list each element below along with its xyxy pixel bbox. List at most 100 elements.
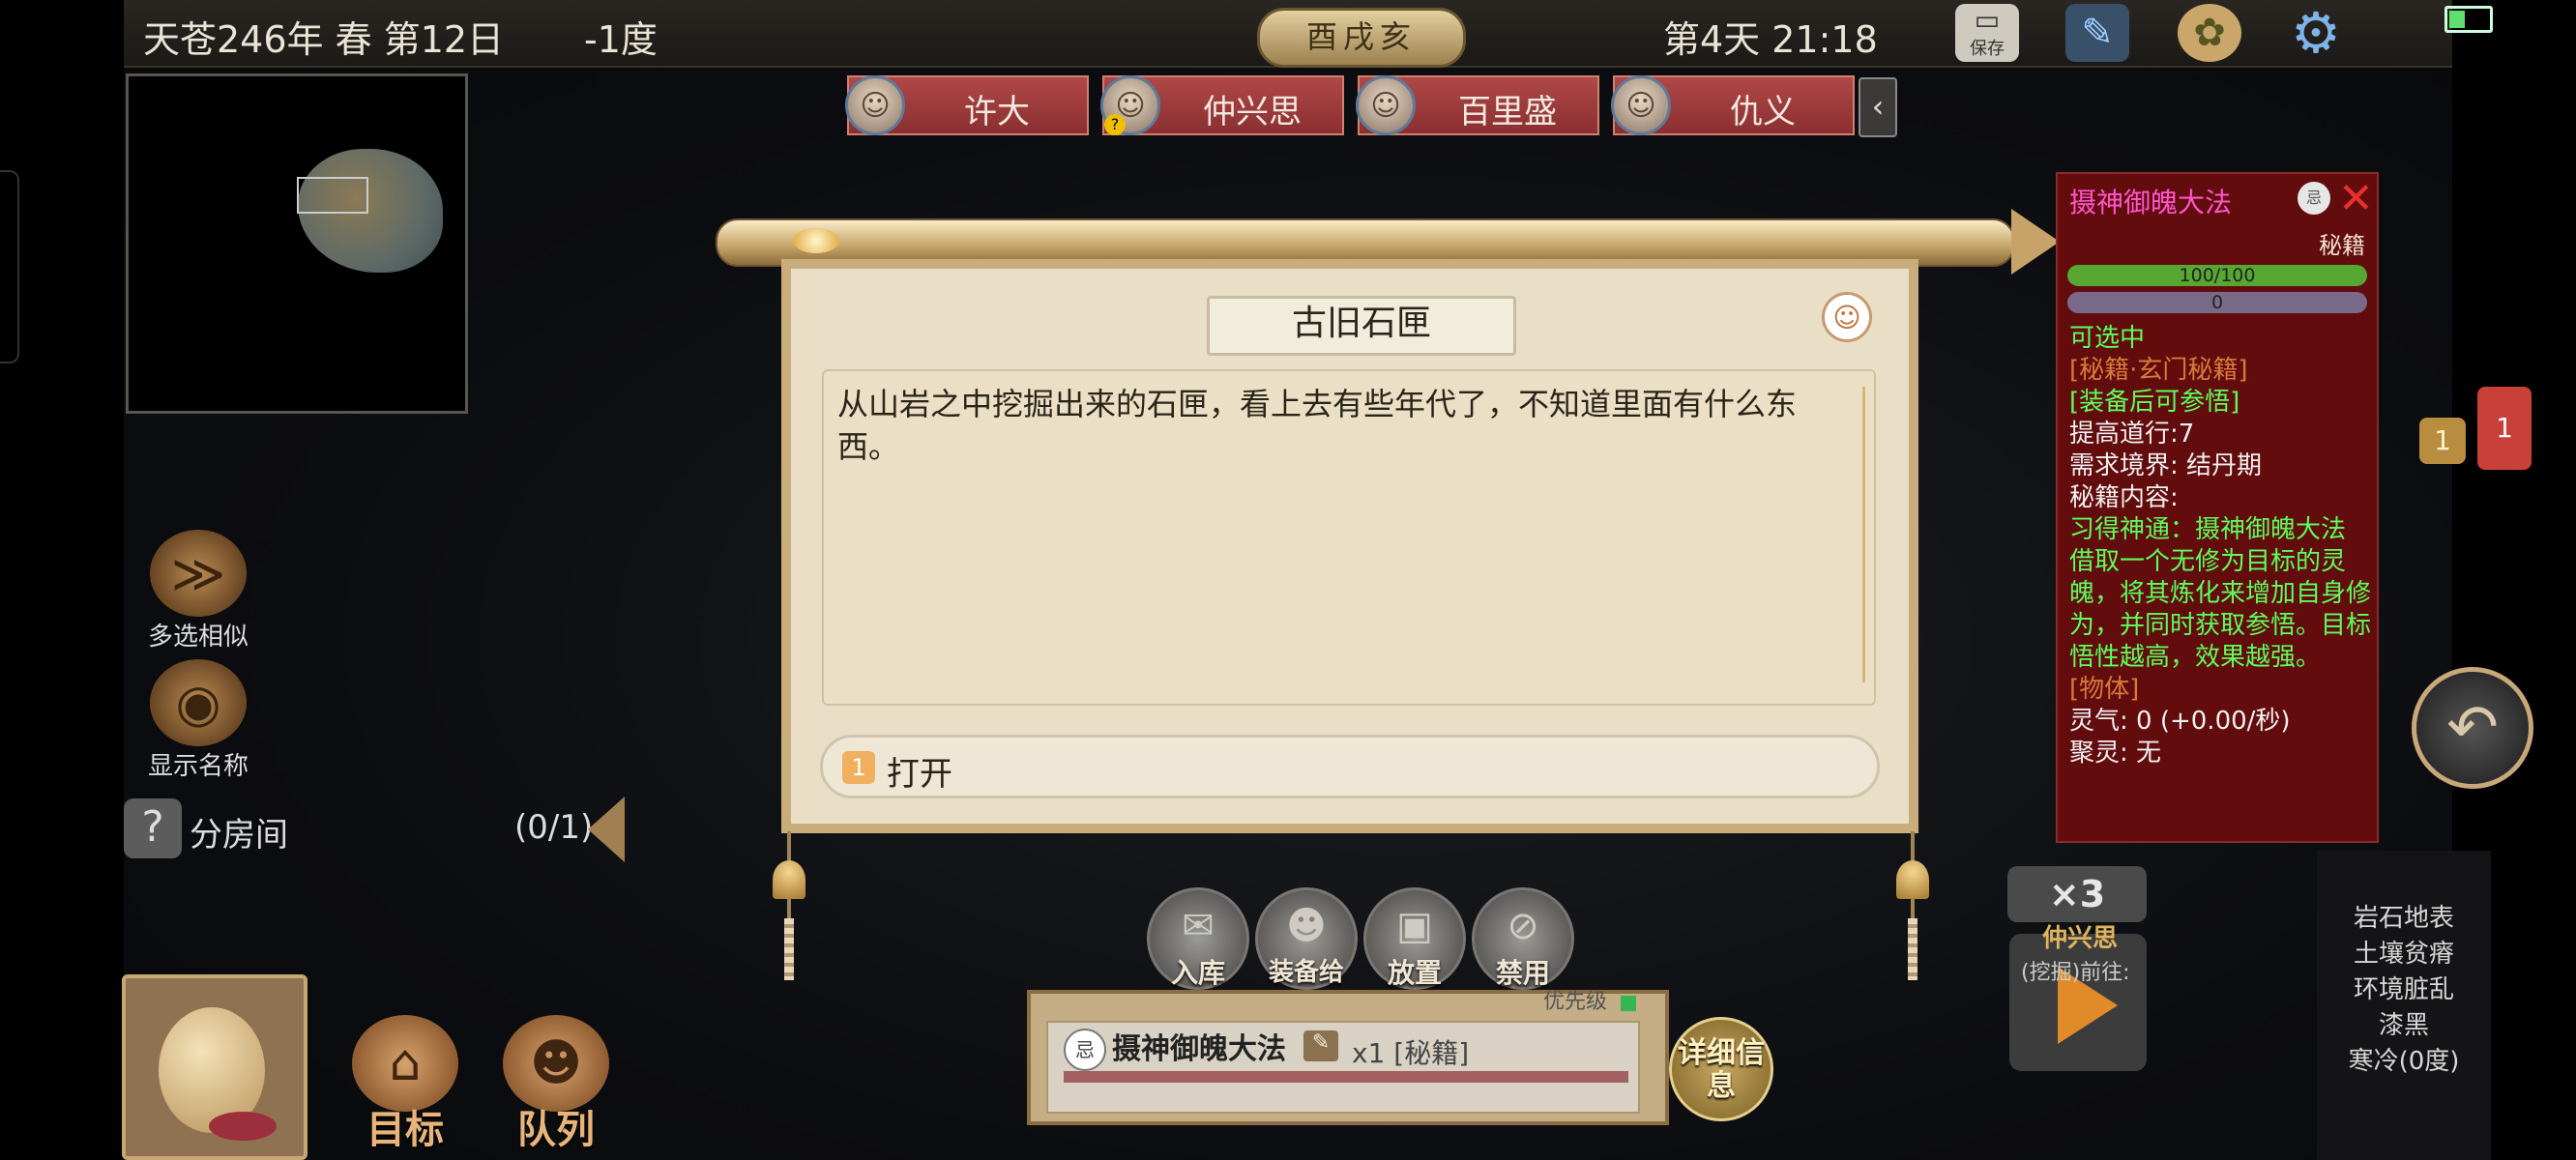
book-icon: ✎: [1303, 1030, 1338, 1061]
message-badge-icon[interactable]: 1: [2419, 418, 2466, 464]
progress-bar: 0: [2067, 292, 2367, 313]
save-button[interactable]: ▭ 保存: [1955, 4, 2019, 62]
item-tooltip: 摄神御魄大法 忌 ✕ 秘籍 100/100 0 可选中 [秘籍·玄门秘籍] [装备后…: [2056, 172, 2379, 843]
item-description: 从山岩之中挖掘出来的石匣，看上去有些年代了，不知道里面有什么东西。: [837, 386, 1798, 465]
action-index: 1: [842, 751, 875, 784]
character-tab[interactable]: ☺ ? 仲兴思: [1100, 75, 1344, 135]
bell-icon: [773, 860, 805, 899]
dialog-title: 古旧石匣: [1207, 296, 1516, 356]
store-label: 入库: [1170, 957, 1225, 989]
open-action-button[interactable]: 1 打开: [820, 735, 1880, 798]
bell-icon: [1896, 860, 1929, 899]
temperature: -1度: [584, 18, 658, 61]
speed-button[interactable]: ×3: [2007, 866, 2147, 922]
multi-select-button[interactable]: ≫ 多选相似: [135, 530, 261, 652]
person-icon[interactable]: ☺: [1822, 292, 1872, 342]
tassel-strand: [1908, 918, 1917, 980]
place-label: 放置: [1387, 957, 1442, 989]
palette-icon[interactable]: ✿: [2178, 4, 2241, 62]
current-character-name: 仲兴思: [2042, 924, 2119, 953]
house-icon: ⌂: [352, 1015, 458, 1112]
tooltip-line: [装备后可参悟]: [2069, 388, 2240, 417]
current-task: (挖掘)前往:: [2021, 961, 2130, 985]
priority-indicator[interactable]: [1621, 996, 1636, 1011]
save-label: 保存: [1970, 39, 2005, 59]
feather-icon[interactable]: ✎: [2065, 4, 2129, 62]
expand-arrow-icon[interactable]: [588, 797, 625, 862]
minimap[interactable]: [126, 73, 468, 414]
day-time: 第4天 21:18: [1663, 18, 1878, 61]
collapse-arrow-icon[interactable]: ‹: [1859, 77, 1897, 137]
environment-item: 岩石地表: [2353, 904, 2454, 933]
tooltip-line: 提高道行:7: [2069, 420, 2195, 449]
person-icon: ☻: [1286, 904, 1327, 948]
tooltip-line: 秘籍内容:: [2069, 483, 2179, 512]
target-label: 目标: [366, 1108, 444, 1152]
tooltip-line: 灵气: 0 (+0.00/秒): [2069, 707, 2291, 736]
eye-icon: ◉: [150, 659, 247, 746]
character-tab[interactable]: ☺ 许大: [845, 75, 1089, 135]
character-name: 仇义: [1730, 93, 1796, 131]
tooltip-line: [物体]: [2069, 675, 2140, 704]
layers-icon: ≫: [150, 530, 247, 617]
action-label: 打开: [887, 755, 952, 794]
room-count: (0/1): [514, 808, 594, 847]
gear-icon[interactable]: ⚙: [2284, 0, 2348, 66]
rod-arrow-tip: [2011, 209, 2060, 275]
environment-list: 岩石地表 土壤贫瘠 环境脏乱 漆黑 寒冷(0度): [2327, 901, 2481, 1080]
target-button[interactable]: ⌂ 目标: [342, 1015, 468, 1160]
scrollbar[interactable]: [1862, 387, 1865, 682]
character-name: 百里盛: [1458, 93, 1557, 131]
battery-icon: [2444, 6, 2493, 33]
chest-icon: ▣: [1396, 904, 1433, 948]
queue-button[interactable]: ☻ 队列: [493, 1015, 619, 1160]
room-label: 分房间: [190, 816, 288, 855]
tooltip-line: 借取一个无修为目标的灵魄，将其炼化来增加自身修为，并同时获取参悟。目标悟性越高，…: [2069, 547, 2372, 672]
selected-item-name: 摄神御魄大法: [1112, 1032, 1286, 1066]
character-name: 许大: [964, 93, 1030, 131]
environment-item: 寒冷(0度): [2348, 1047, 2460, 1076]
multi-select-label: 多选相似: [147, 623, 249, 652]
help-icon[interactable]: ?: [124, 798, 182, 858]
tassel-strand: [784, 918, 794, 980]
back-arrow-icon[interactable]: ↶: [2412, 667, 2533, 789]
detail-info-label: 详细信息: [1678, 1036, 1765, 1103]
place-button[interactable]: ▣ 放置: [1363, 887, 1466, 990]
minimap-viewport-frame[interactable]: [297, 177, 368, 214]
tooltip-title: 摄神御魄大法: [2069, 187, 2233, 218]
tooltip-line: 聚灵: 无: [2069, 739, 2162, 768]
tooltip-line: 习得神通：摄神御魄大法: [2069, 515, 2347, 544]
rod-knob: [793, 228, 839, 253]
detail-info-button[interactable]: 详细信息: [1669, 1017, 1773, 1121]
avatar: ☺: [845, 75, 905, 135]
selected-item-quantity: x1 [秘籍]: [1352, 1037, 1470, 1069]
gourd-button[interactable]: [122, 974, 307, 1160]
alert-badge-icon[interactable]: 1: [2477, 387, 2532, 470]
people-icon: ☻: [503, 1015, 609, 1112]
forbid-button[interactable]: ⊘ 禁用: [1472, 887, 1574, 990]
environment-item: 环境脏乱: [2353, 975, 2454, 1004]
tooltip-category: 秘籍: [2319, 232, 2365, 259]
equip-give-button[interactable]: ☻ 装备给予: [1255, 887, 1358, 1023]
forbid-icon: ⊘: [1507, 904, 1539, 948]
game-date: 天苍246年 春 第12日: [143, 18, 505, 61]
character-tab[interactable]: ☺ 百里盛: [1356, 75, 1599, 135]
avatar: ☺: [1356, 75, 1416, 135]
seal-icon: 忌: [2298, 182, 2330, 215]
store-button[interactable]: ✉ 入库: [1147, 887, 1249, 990]
side-notch: [0, 170, 19, 363]
close-icon[interactable]: ✕: [2338, 174, 2374, 223]
show-names-button[interactable]: ◉ 显示名称: [135, 659, 261, 782]
question-badge: ?: [1104, 114, 1126, 135]
character-tab[interactable]: ☺ 仇义: [1611, 75, 1855, 135]
avatar: ☺: [1611, 75, 1671, 135]
environment-item: 土壤贫瘠: [2353, 940, 2454, 969]
character-name: 仲兴思: [1203, 93, 1302, 131]
queue-label: 队列: [517, 1108, 595, 1152]
time-period-badge: 酉戌亥: [1257, 8, 1466, 68]
tassel-icon: [209, 1112, 277, 1141]
tooltip-line: 可选中: [2069, 324, 2146, 353]
hp-bar: 100/100: [2067, 265, 2367, 286]
tooltip-line: 需求境界: 结丹期: [2069, 451, 2263, 480]
room-row[interactable]: ? 分房间 (0/1): [124, 797, 646, 862]
